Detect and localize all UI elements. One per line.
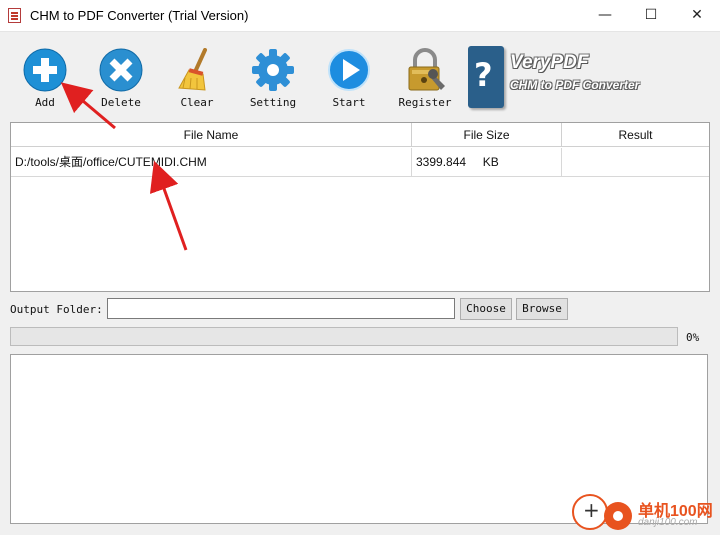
result-cell bbox=[562, 148, 709, 176]
x-circle-icon bbox=[99, 48, 143, 92]
log-output-area[interactable] bbox=[10, 354, 708, 524]
delete-label: Delete bbox=[101, 96, 141, 109]
maximize-button[interactable]: ☐ bbox=[628, 0, 674, 31]
play-icon bbox=[328, 49, 370, 91]
title-bar: CHM to PDF Converter (Trial Version) — ☐… bbox=[0, 0, 720, 32]
output-folder-label: Output Folder: bbox=[10, 303, 103, 316]
register-button[interactable]: Register bbox=[394, 44, 456, 114]
column-header-result[interactable]: Result bbox=[562, 123, 709, 147]
file-list-table[interactable]: File Name File Size Result D:/tools/桌面/o… bbox=[10, 122, 710, 292]
clear-button[interactable]: Clear bbox=[166, 44, 228, 114]
brand-product: CHM to PDF Converter bbox=[510, 78, 640, 92]
start-button[interactable]: Start bbox=[318, 44, 380, 114]
progress-percent: 0% bbox=[686, 331, 700, 344]
browse-button[interactable]: Browse bbox=[516, 298, 568, 320]
column-header-file-size[interactable]: File Size bbox=[412, 123, 562, 147]
toolbar: Add Delete Clear Setting Start Register … bbox=[0, 32, 720, 118]
window-title: CHM to PDF Converter (Trial Version) bbox=[30, 8, 249, 23]
add-label: Add bbox=[35, 96, 55, 109]
output-folder-input[interactable] bbox=[107, 298, 455, 319]
verypdf-logo: ? bbox=[468, 46, 504, 108]
padlock-key-icon bbox=[408, 48, 445, 91]
brand-name: VeryPDF bbox=[510, 52, 589, 73]
plus-circle-icon bbox=[23, 48, 67, 92]
app-pdf-icon bbox=[8, 8, 21, 23]
gear-icon bbox=[252, 49, 294, 91]
broom-icon bbox=[178, 48, 207, 91]
watermark-logo-icon bbox=[572, 494, 608, 530]
progress-bar bbox=[10, 327, 678, 346]
choose-button[interactable]: Choose bbox=[460, 298, 512, 320]
file-name-cell: D:/tools/桌面/office/CUTEMIDI.CHM bbox=[11, 148, 412, 176]
delete-button[interactable]: Delete bbox=[90, 44, 152, 114]
table-row[interactable]: D:/tools/桌面/office/CUTEMIDI.CHM 3399.844… bbox=[11, 148, 709, 177]
column-header-file-name[interactable]: File Name bbox=[11, 123, 412, 147]
help-book-icon: ? bbox=[474, 56, 493, 94]
add-button[interactable]: Add bbox=[14, 44, 76, 114]
start-label: Start bbox=[332, 96, 366, 109]
clear-label: Clear bbox=[180, 96, 214, 109]
watermark-dot-icon bbox=[604, 502, 632, 530]
file-size-cell: 3399.844 KB bbox=[412, 148, 562, 176]
close-button[interactable]: ✕ bbox=[674, 0, 720, 31]
watermark-url: danji100.com bbox=[638, 517, 698, 528]
setting-button[interactable]: Setting bbox=[242, 44, 304, 114]
minimize-button[interactable]: — bbox=[582, 0, 628, 31]
register-label: Register bbox=[398, 96, 452, 109]
setting-label: Setting bbox=[249, 96, 297, 109]
